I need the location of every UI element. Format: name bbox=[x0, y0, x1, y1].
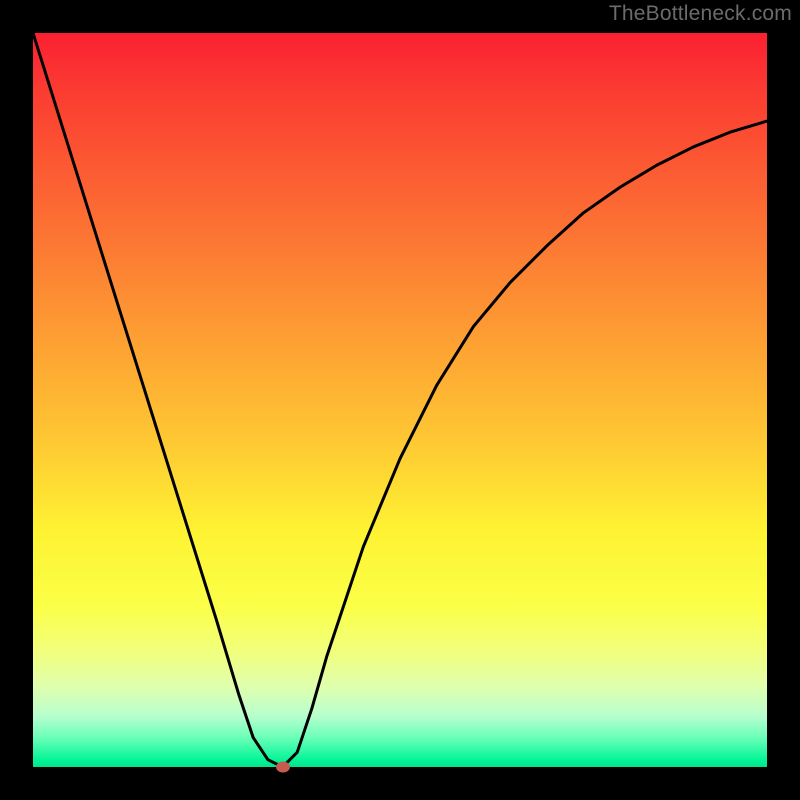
chart-frame: TheBottleneck.com bbox=[0, 0, 800, 800]
plot-area bbox=[33, 33, 767, 767]
minimum-marker bbox=[276, 762, 290, 773]
curve-svg bbox=[33, 33, 767, 767]
watermark-text: TheBottleneck.com bbox=[609, 2, 792, 26]
bottleneck-curve bbox=[33, 33, 767, 767]
